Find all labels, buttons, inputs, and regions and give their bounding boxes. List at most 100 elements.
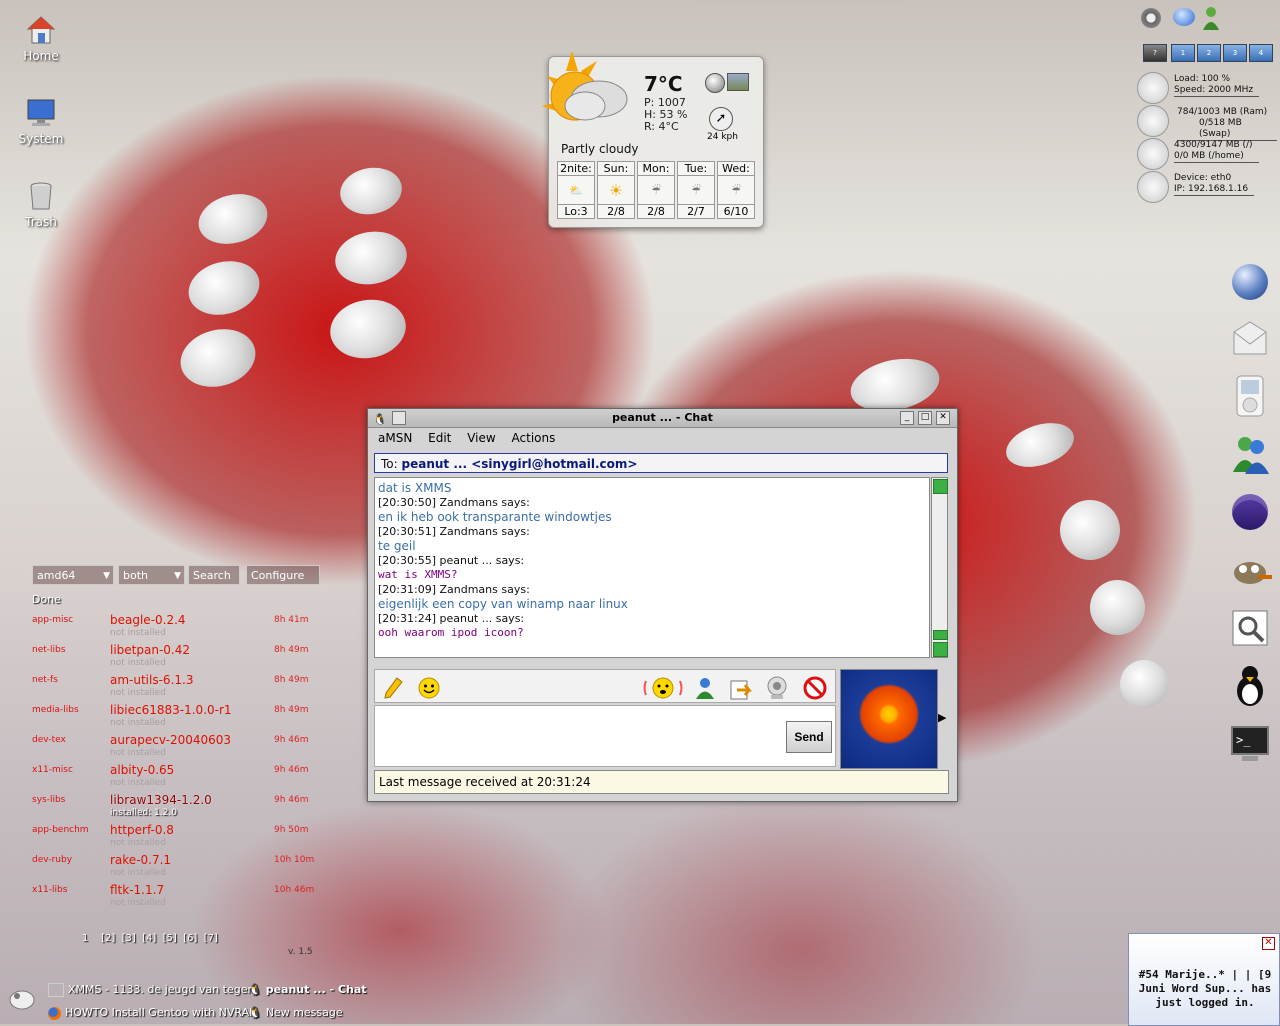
forecast-day: Tue: ☔ 2/7	[677, 161, 715, 219]
desktop-icon-system[interactable]: System	[11, 97, 71, 146]
package-row[interactable]: sys-libs libraw1394-1.2.0 installed: 1.2.0…	[32, 793, 322, 825]
package-age: 8h 49m	[274, 645, 309, 655]
login-notification[interactable]: ✕ #54 Marije..* | | [9 Juni Word Sup... …	[1128, 933, 1280, 1026]
message-input[interactable]	[374, 705, 836, 767]
package-row[interactable]: net-libs libetpan-0.42 not installed 8h 49m	[32, 643, 322, 675]
package-name[interactable]: fltk-1.1.7	[110, 883, 164, 897]
dock-item-ftp[interactable]	[1228, 664, 1272, 708]
package-row[interactable]: x11-misc albity-0.65 not installed 9h 46m	[32, 763, 322, 795]
scroll-thumb[interactable]	[933, 630, 948, 640]
package-row[interactable]: dev-ruby rake-0.7.1 not installed 10h 10m	[32, 853, 322, 885]
menu-actions[interactable]: Actions	[512, 431, 556, 445]
menu-amsn[interactable]: aMSN	[378, 431, 412, 445]
gear-icon[interactable]	[1141, 8, 1161, 28]
forecast-day: Mon: ☔ 2/8	[637, 161, 675, 219]
package-category: media-libs	[32, 705, 79, 715]
package-name[interactable]: albity-0.65	[110, 763, 174, 777]
smiley-icon[interactable]	[417, 676, 441, 700]
package-name[interactable]: libiec61883-1.0.0-r1	[110, 703, 232, 717]
disk-text: 4300/9147 MB (/) 0/0 MB (/home)	[1174, 140, 1259, 163]
package-row[interactable]: net-fs am-utils-6.1.3 not installed 8h 49m	[32, 673, 322, 705]
menu-view[interactable]: View	[467, 431, 495, 445]
contact-display-picture[interactable]	[840, 669, 938, 769]
package-name[interactable]: httperf-0.8	[110, 823, 174, 837]
terminal-icon: >_	[1231, 726, 1269, 761]
message-header: [20:30:55] peanut ... says:	[378, 553, 525, 567]
sticky-button[interactable]	[392, 411, 406, 425]
weather-widget: 7°C P: 1007 H: 53 % R: 4°C ➚ 24 kph Part…	[542, 51, 764, 228]
package-name[interactable]: rake-0.7.1	[110, 853, 171, 867]
package-row[interactable]: dev-tex aurapecv-20040603 not installed 9h …	[32, 733, 322, 765]
close-button[interactable]: ✕	[936, 411, 950, 425]
expand-arrow-icon[interactable]: ▶	[938, 711, 946, 724]
arch-select[interactable]: amd64 ▼	[32, 565, 114, 585]
dock-item-ipod[interactable]	[1228, 374, 1272, 418]
net-ip: IP: 192.168.1.16	[1174, 184, 1249, 194]
user-icon[interactable]	[1201, 6, 1221, 30]
desktop-switch-2[interactable]: 2	[1197, 44, 1221, 62]
nudge-icon[interactable]	[643, 676, 683, 700]
taskbar-item-chat[interactable]: 🐧 peanut ... - Chat	[248, 983, 367, 996]
message-header: [20:31:09] Zandmans says:	[378, 582, 530, 596]
conversation-log[interactable]: dat is XMMS [20:30:50] Zandmans says: en…	[374, 477, 930, 658]
mode-select[interactable]: both ▼	[118, 565, 185, 585]
dock-item-messenger[interactable]	[1228, 432, 1272, 476]
scroll-up-icon[interactable]	[933, 479, 948, 494]
map-icon[interactable]	[727, 73, 749, 91]
rain-icon: ☔	[638, 175, 674, 205]
dock-item-document-viewer[interactable]	[1228, 606, 1272, 650]
desktop-switch-3[interactable]: 3	[1223, 44, 1247, 62]
block-icon[interactable]	[803, 676, 827, 700]
package-name[interactable]: am-utils-6.1.3	[110, 673, 193, 687]
dock-item-eclipse[interactable]	[1228, 490, 1272, 534]
taskbar-item-firefox[interactable]: HOWTO Install Gentoo with NVRAI	[48, 1006, 252, 1020]
message-text: en ik heb ook transparante windowtjes	[378, 510, 612, 524]
pagination[interactable]: 1 [2] [3] [4] [5] [6] [7]	[82, 933, 218, 944]
pencil-icon[interactable]	[381, 676, 405, 700]
taskbar-item-new-message[interactable]: 🐧 New message	[248, 1006, 343, 1019]
network-globe-icon[interactable]	[1173, 8, 1195, 26]
globe-icon[interactable]	[705, 73, 725, 93]
desktop-icon-trash[interactable]: Trash	[11, 180, 71, 229]
taskbar-item-label: peanut ... - Chat	[265, 983, 367, 996]
dock-item-browser[interactable]	[1228, 260, 1272, 304]
message-text: te geil	[378, 539, 416, 553]
package-row[interactable]: app-benchm httperf-0.8 not installed 9h 50m	[32, 823, 322, 855]
webcam-icon[interactable]	[765, 676, 789, 700]
package-name[interactable]: libraw1394-1.2.0	[110, 793, 212, 807]
close-icon[interactable]: ✕	[1262, 937, 1275, 950]
desktop-switch-4[interactable]: 4	[1249, 44, 1273, 62]
network-monitor: Device: eth0 IP: 192.168.1.16	[1137, 171, 1277, 203]
package-row[interactable]: media-libs libiec61883-1.0.0-r1 not instal…	[32, 703, 322, 735]
dock-item-terminal[interactable]: >_	[1228, 722, 1272, 766]
package-category: net-libs	[32, 645, 66, 655]
search-button[interactable]: Search	[188, 565, 240, 585]
scroll-down-icon[interactable]	[933, 642, 948, 657]
messenger-icon	[1233, 437, 1269, 474]
send-file-icon[interactable]	[729, 676, 753, 700]
chat-titlebar[interactable]: 🐧 peanut ... - Chat _ □ ✕	[368, 409, 957, 428]
partly-cloudy-icon: ⛅	[558, 175, 594, 205]
desktop-switch-0[interactable]: ?	[1143, 44, 1167, 62]
dock-item-gimp[interactable]	[1228, 548, 1272, 592]
forecast-day: Wed: ☔ 6/10	[717, 161, 755, 219]
taskbar-item-xmms[interactable]: XMMS - 1133. de jeugd van tegen	[48, 983, 254, 997]
package-row[interactable]: app-misc beagle-0.2.4 not installed 8h 41m	[32, 613, 322, 645]
maximize-button[interactable]: □	[918, 411, 932, 425]
kde-menu-icon[interactable]	[6, 984, 36, 1012]
package-name[interactable]: beagle-0.2.4	[110, 613, 186, 627]
send-button[interactable]: Send	[786, 721, 832, 753]
minimize-button[interactable]: _	[900, 411, 914, 425]
disk-root: 4300/9147 MB (/)	[1174, 140, 1253, 150]
dock-item-mail[interactable]	[1228, 316, 1272, 360]
taskbar-item-label: New message	[265, 1006, 343, 1019]
add-contact-icon[interactable]	[693, 676, 717, 700]
desktop-icon-home[interactable]: Home	[11, 14, 71, 63]
desktop-switch-1[interactable]: 1	[1171, 44, 1195, 62]
package-name[interactable]: libetpan-0.42	[110, 643, 190, 657]
package-name[interactable]: aurapecv-20040603	[110, 733, 231, 747]
package-row[interactable]: x11-libs fltk-1.1.7 not installed 10h 46m	[32, 883, 322, 915]
conversation-scrollbar[interactable]	[931, 477, 948, 658]
configure-button[interactable]: Configure	[246, 565, 320, 585]
menu-edit[interactable]: Edit	[428, 431, 451, 445]
